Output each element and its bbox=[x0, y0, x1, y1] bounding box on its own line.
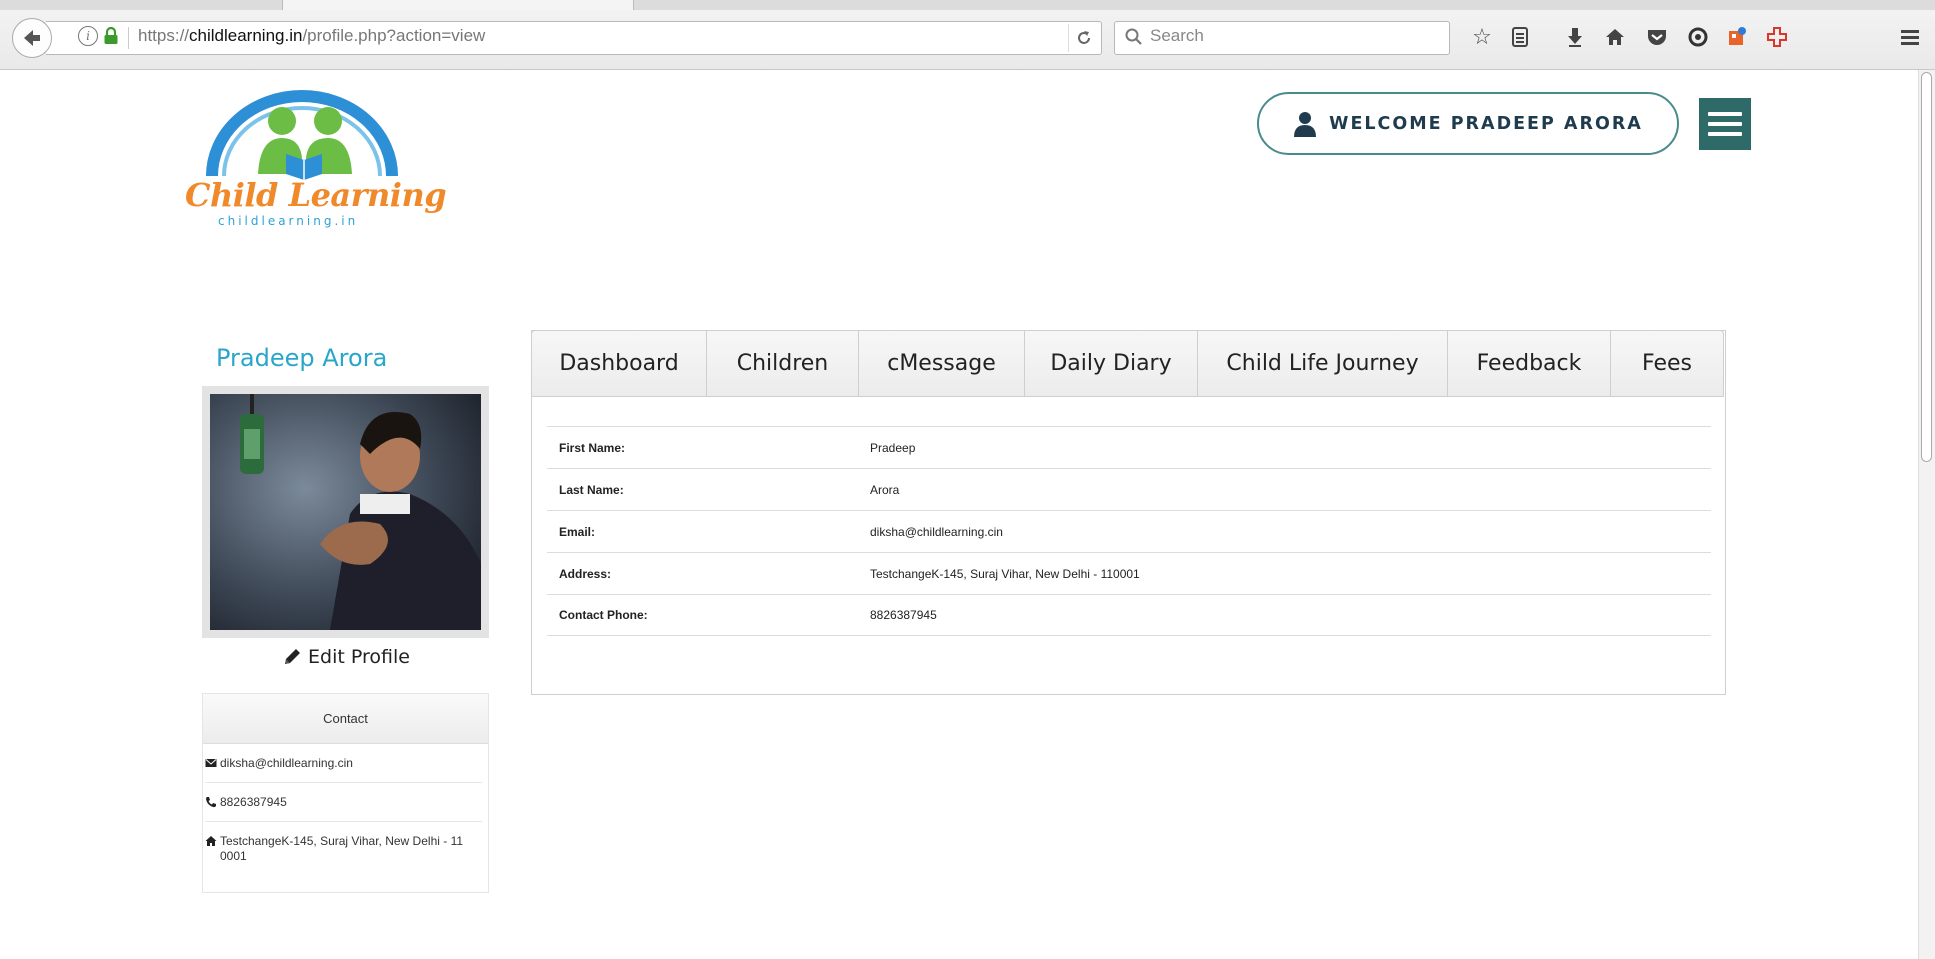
menu-bar bbox=[1708, 112, 1742, 116]
contact-email-row: diksha@childlearning.cin bbox=[205, 744, 482, 783]
main-menu-button[interactable] bbox=[1699, 98, 1751, 150]
lock-icon[interactable] bbox=[103, 27, 119, 45]
download-icon[interactable] bbox=[1560, 22, 1590, 52]
bookmark-star-icon[interactable]: ☆ bbox=[1467, 22, 1497, 52]
browser-tabstrip bbox=[0, 0, 1935, 10]
contact-phone: 8826387945 bbox=[220, 795, 287, 809]
profile-photo bbox=[210, 394, 481, 630]
site-info-icon[interactable]: i bbox=[78, 26, 98, 46]
search-placeholder: Search bbox=[1150, 26, 1204, 45]
contact-heading: Contact bbox=[203, 694, 488, 744]
detail-row-email: Email: diksha@childlearning.cin bbox=[547, 510, 1711, 552]
url-separator bbox=[128, 27, 129, 49]
tab-fees[interactable]: Fees bbox=[1611, 331, 1723, 396]
detail-label: Address: bbox=[559, 566, 612, 581]
edit-profile-link[interactable]: Edit Profile bbox=[282, 646, 410, 668]
home-icon[interactable] bbox=[1600, 22, 1630, 52]
profile-tabs: Dashboard Children cMessage Daily Diary … bbox=[531, 330, 1724, 397]
user-icon bbox=[1294, 111, 1317, 137]
sync-icon[interactable] bbox=[1683, 22, 1713, 52]
detail-label: Contact Phone: bbox=[559, 608, 648, 622]
contact-address-row: TestchangeK-145, Suraj Vihar, New Delhi … bbox=[205, 822, 482, 875]
back-arrow-icon bbox=[24, 30, 40, 46]
extension-icon[interactable] bbox=[1722, 22, 1752, 52]
search-icon bbox=[1125, 28, 1142, 45]
contact-phone-row: 8826387945 bbox=[205, 783, 482, 822]
url-domain: childlearning.in bbox=[189, 26, 303, 45]
detail-row-contact-phone: Contact Phone: 8826387945 bbox=[547, 594, 1711, 636]
detail-value: TestchangeK-145, Suraj Vihar, New Delhi … bbox=[870, 566, 1140, 581]
phone-icon bbox=[206, 797, 216, 808]
menu-bar bbox=[1708, 122, 1742, 126]
detail-row-address: Address: TestchangeK-145, Suraj Vihar, N… bbox=[547, 552, 1711, 594]
home-icon bbox=[205, 836, 217, 846]
browser-tab[interactable] bbox=[282, 0, 634, 10]
url-path: /profile.php?action=view bbox=[302, 26, 486, 45]
addon-cross-icon[interactable] bbox=[1762, 22, 1792, 52]
scrollbar-thumb[interactable] bbox=[1921, 72, 1932, 462]
detail-value: Arora bbox=[870, 482, 900, 497]
tab-children[interactable]: Children bbox=[707, 331, 859, 396]
tab-daily-diary[interactable]: Daily Diary bbox=[1025, 331, 1198, 396]
detail-row-last-name: Last Name: Arora bbox=[547, 468, 1711, 510]
logo-text: Child Learning bbox=[185, 176, 447, 214]
detail-value: Pradeep bbox=[870, 440, 916, 455]
pencil-icon bbox=[285, 649, 300, 664]
profile-name: Pradeep Arora bbox=[216, 344, 388, 372]
edit-profile-label: Edit Profile bbox=[308, 646, 410, 668]
url-text[interactable]: https://childlearning.in/profile.php?act… bbox=[138, 26, 485, 46]
back-button[interactable] bbox=[12, 18, 52, 58]
contact-email[interactable]: diksha@childlearning.cin bbox=[220, 756, 353, 771]
tab-dashboard[interactable]: Dashboard bbox=[532, 331, 707, 396]
envelope-icon bbox=[205, 759, 217, 767]
tab-child-life-journey[interactable]: Child Life Journey bbox=[1198, 331, 1448, 396]
tab-feedback[interactable]: Feedback bbox=[1448, 331, 1611, 396]
detail-value: 8826387945 bbox=[870, 608, 937, 622]
contact-card: Contact diksha@childlearning.cin 8826387… bbox=[202, 693, 489, 893]
reload-button[interactable] bbox=[1068, 24, 1098, 52]
detail-label: Email: bbox=[559, 524, 596, 539]
reload-icon bbox=[1077, 31, 1090, 44]
menu-bar bbox=[1708, 132, 1742, 136]
detail-label: First Name: bbox=[559, 440, 626, 455]
tab-cmessage[interactable]: cMessage bbox=[859, 331, 1025, 396]
welcome-user-button[interactable]: WELCOME PRADEEP ARORA bbox=[1257, 92, 1679, 155]
hamburger-menu-icon[interactable] bbox=[1895, 22, 1925, 52]
welcome-label: WELCOME PRADEEP ARORA bbox=[1329, 113, 1643, 134]
detail-row-first-name: First Name: Pradeep bbox=[547, 426, 1711, 468]
logo-subtext: childlearning.in bbox=[218, 214, 359, 228]
profile-photo-frame bbox=[202, 386, 489, 638]
reading-list-icon[interactable] bbox=[1505, 22, 1535, 52]
detail-label: Last Name: bbox=[559, 482, 624, 497]
contact-address: TestchangeK-145, Suraj Vihar, New Delhi … bbox=[220, 834, 464, 863]
profile-details-table: First Name: Pradeep Last Name: Arora Ema… bbox=[547, 426, 1711, 636]
detail-value: diksha@childlearning.cin bbox=[870, 524, 1003, 539]
pocket-icon[interactable] bbox=[1642, 22, 1672, 52]
url-prefix: https:// bbox=[138, 26, 190, 45]
